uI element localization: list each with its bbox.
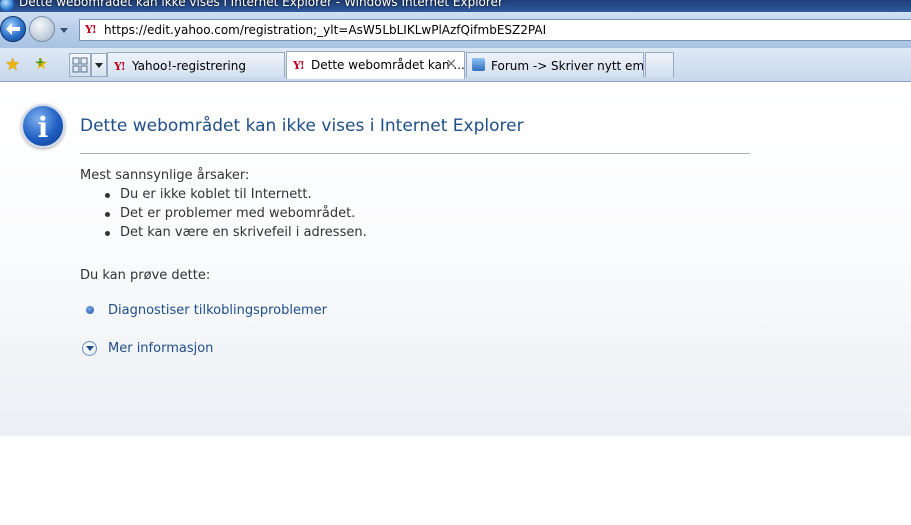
quick-tabs-grid-icon: [72, 57, 88, 73]
tab-error-page[interactable]: Y! Dette webområdet kan ... ×: [286, 51, 465, 79]
internet-explorer-icon: [0, 0, 14, 11]
tab-bar: ★ ★ + Y! Yahoo!-registrering Y! Dette web…: [0, 48, 911, 82]
tab-label: Yahoo!-registrering: [132, 59, 246, 73]
try-heading: Du kan prøve dette:: [80, 268, 211, 283]
list-item: Det kan være en skrivefeil i adressen.: [80, 225, 367, 244]
tab-list-dropdown-button[interactable]: [91, 53, 107, 77]
causes-heading: Mest sannsynlige årsaker:: [80, 168, 250, 183]
favorites-star-icon[interactable]: ★: [5, 55, 20, 75]
yahoo-y-icon: Y!: [114, 60, 126, 73]
forward-button[interactable]: [29, 16, 55, 42]
error-page: i Dette webområdet kan ikke vises i Inte…: [0, 83, 911, 436]
bullet-icon: [105, 231, 110, 236]
tab-label: Dette webområdet kan ...: [311, 58, 465, 72]
page-title: Dette webområdet kan ikke vises i Intern…: [80, 116, 524, 136]
list-item: Det er problemer med webområdet.: [80, 206, 367, 225]
divider: [80, 153, 750, 154]
more-information-link[interactable]: Mer informasjon: [108, 341, 213, 356]
chevron-down-icon: [95, 63, 103, 68]
expand-more-info-icon[interactable]: [82, 341, 97, 356]
back-arrow-icon: [6, 23, 20, 35]
yahoo-y-icon: Y!: [293, 59, 305, 72]
back-button[interactable]: [0, 16, 26, 42]
list-item: Du er ikke koblet til Internett.: [80, 187, 367, 206]
address-bar[interactable]: Y! https://edit.yahoo.com/registration;_…: [79, 19, 911, 41]
window-title: Dette webområdet kan ikke vises i Intern…: [19, 0, 503, 9]
url-text[interactable]: https://edit.yahoo.com/registration;_ylt…: [104, 23, 546, 37]
navigation-bar: Y! https://edit.yahoo.com/registration;_…: [0, 12, 911, 48]
new-tab-button[interactable]: [645, 52, 674, 77]
causes-list: Du er ikke koblet til Internett. Det er …: [80, 187, 367, 244]
diagnose-icon[interactable]: [86, 306, 94, 314]
close-tab-icon[interactable]: ×: [445, 56, 457, 72]
info-icon: i: [21, 104, 65, 148]
tab-forum[interactable]: Forum -> Skriver nytt emn...: [466, 52, 644, 77]
bullet-icon: [105, 193, 110, 198]
tab-yahoo-registrering[interactable]: Y! Yahoo!-registrering: [107, 52, 285, 77]
blank-area: [0, 436, 911, 525]
add-favorites-icon[interactable]: ★ +: [34, 54, 48, 73]
bullet-icon: [105, 212, 110, 217]
plus-icon: +: [35, 55, 46, 69]
diagnose-connection-link[interactable]: Diagnostiser tilkoblingsproblemer: [108, 303, 327, 318]
title-bar: Dette webområdet kan ikke vises i Intern…: [0, 0, 911, 12]
recent-pages-dropdown-icon[interactable]: [58, 25, 70, 35]
yahoo-y-icon: Y!: [85, 23, 97, 36]
forum-v-icon: [472, 58, 485, 71]
quick-tabs-button[interactable]: [69, 53, 91, 77]
chevron-down-icon: [86, 346, 94, 351]
tab-label: Forum -> Skriver nytt emn...: [491, 59, 644, 73]
